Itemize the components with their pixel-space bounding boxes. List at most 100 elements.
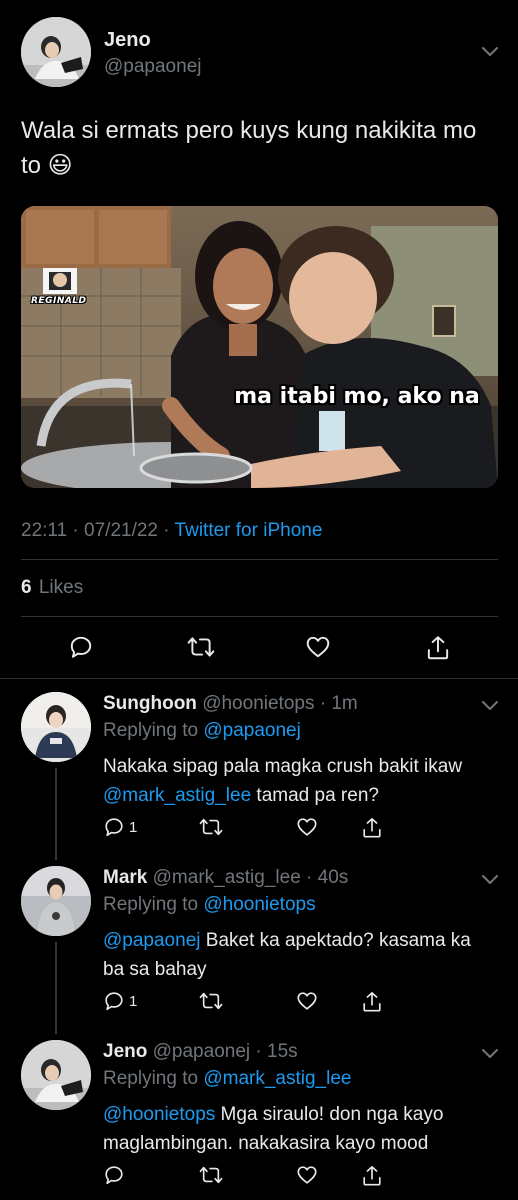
likes-summary[interactable]: 6 Likes: [21, 577, 83, 599]
tweet-text: Wala si ermats pero kuys kung nakikita m…: [21, 117, 477, 179]
replying-to: Replying to @hoonietops: [103, 894, 316, 916]
tweet-action-bar: [0, 634, 518, 662]
replying-to-link[interactable]: @hoonietops: [203, 894, 315, 915]
reply-icon: [105, 1166, 123, 1185]
thread-line: [55, 768, 57, 860]
reply-count: 1: [129, 992, 138, 1010]
media-photo: [21, 206, 498, 488]
replying-to-label: Replying to: [103, 894, 199, 915]
reply-time: 40s: [317, 867, 349, 888]
reply-header: Mark @mark_astig_lee · 40s: [103, 867, 349, 888]
more-options-button[interactable]: [482, 47, 498, 56]
tweet-date: 07/21/22: [84, 520, 158, 541]
reply-text: Nakaka sipag pala magka crush bakit ikaw…: [103, 756, 463, 806]
chevron-down-icon: [482, 47, 498, 56]
likes-label: Likes: [38, 577, 84, 598]
share-icon: [363, 992, 381, 1012]
chevron-down-icon: [482, 875, 498, 884]
thread-line: [55, 942, 57, 1034]
reply-icon: [70, 636, 92, 658]
mention-link[interactable]: @hoonietops: [103, 1104, 215, 1125]
media-caption: ma itabi mo, ako na: [234, 384, 480, 409]
more-options-button[interactable]: [482, 875, 498, 884]
reply-time: 15s: [267, 1041, 298, 1062]
retweet-icon: [187, 637, 215, 657]
avatar-image: [21, 1040, 91, 1110]
divider: [21, 559, 498, 560]
share-button[interactable]: [425, 634, 451, 662]
reply-author-handle[interactable]: @hoonietops: [202, 693, 314, 714]
reply-button[interactable]: [68, 634, 94, 660]
share-icon: [363, 818, 381, 838]
more-options-button[interactable]: [482, 701, 498, 710]
author-handle[interactable]: @papaonej: [104, 56, 201, 78]
chevron-down-icon: [482, 1049, 498, 1058]
replying-to: Replying to @mark_astig_lee: [103, 1068, 351, 1090]
more-options-button[interactable]: [482, 1049, 498, 1058]
reply-header: Jeno @papaonej · 15s: [103, 1041, 298, 1062]
avatar[interactable]: [21, 692, 91, 762]
reply-header: Sunghoon @hoonietops · 1m: [103, 693, 358, 714]
tweet-media[interactable]: REGINALD ma itabi mo, ako na: [21, 206, 498, 488]
like-button[interactable]: [296, 990, 318, 1012]
mention-link[interactable]: @papaonej: [103, 930, 200, 951]
replying-to-link[interactable]: @papaonej: [203, 720, 300, 741]
reply-author-name[interactable]: Jeno: [103, 1041, 147, 1062]
replying-to-label: Replying to: [103, 720, 199, 741]
reply-author-handle[interactable]: @papaonej: [153, 1041, 250, 1062]
likes-count: 6: [21, 577, 32, 598]
reply-author-name[interactable]: Mark: [103, 867, 147, 888]
like-button[interactable]: [296, 816, 318, 838]
heart-icon: [297, 992, 317, 1010]
reply-text: @papaonej Baket ka apektado? kasama ka b…: [103, 930, 471, 980]
media-watermark: REGINALD: [31, 296, 87, 306]
heart-icon: [306, 636, 330, 658]
heart-icon: [297, 818, 317, 836]
avatar[interactable]: [21, 17, 91, 87]
share-button[interactable]: [361, 990, 383, 1014]
tweet-time: 22:11: [21, 520, 68, 541]
share-button[interactable]: [361, 816, 383, 840]
like-button[interactable]: [296, 1164, 318, 1186]
reply-author-name[interactable]: Sunghoon: [103, 693, 197, 714]
retweet-icon: [199, 1166, 223, 1184]
retweet-icon: [199, 992, 223, 1010]
replying-to-label: Replying to: [103, 1068, 199, 1089]
reply-action-bar: [103, 1164, 403, 1188]
reply-button[interactable]: 1: [103, 990, 137, 1012]
reply-action-bar: 1: [103, 816, 403, 840]
avatar[interactable]: [21, 1040, 91, 1110]
tweet-meta: 22:11 · 07/21/22 · Twitter for iPhone: [21, 520, 323, 541]
share-icon: [363, 1166, 381, 1186]
reply-action-bar: 1: [103, 990, 403, 1014]
divider: [21, 616, 498, 617]
mention-link[interactable]: @mark_astig_lee: [103, 785, 251, 806]
heart-icon: [297, 1166, 317, 1184]
reply-count: 1: [129, 818, 138, 836]
avatar-image: [21, 692, 91, 762]
divider: [0, 678, 518, 679]
reply-button[interactable]: [103, 1164, 125, 1186]
author-name[interactable]: Jeno: [104, 29, 151, 52]
avatar-image: [21, 866, 91, 936]
avatar-image: [21, 17, 91, 87]
replying-to-link[interactable]: @mark_astig_lee: [203, 1068, 351, 1089]
tweet-client-link[interactable]: Twitter for iPhone: [175, 520, 323, 541]
retweet-button[interactable]: [199, 816, 223, 838]
reply-author-handle[interactable]: @mark_astig_lee: [153, 867, 301, 888]
reply-button[interactable]: 1: [103, 816, 137, 838]
like-button[interactable]: [305, 634, 331, 660]
chevron-down-icon: [482, 701, 498, 710]
reply-text: @hoonietops Mga siraulo! don nga kayo ma…: [103, 1104, 444, 1154]
retweet-button[interactable]: [199, 1164, 223, 1186]
share-button[interactable]: [361, 1164, 383, 1188]
replying-to: Replying to @papaonej: [103, 720, 301, 742]
reply-icon: [105, 818, 123, 837]
avatar[interactable]: [21, 866, 91, 936]
share-icon: [427, 636, 449, 660]
reply-icon: [105, 992, 123, 1011]
retweet-button[interactable]: [187, 634, 215, 660]
reply-time: 1m: [331, 693, 358, 714]
retweet-icon: [199, 818, 223, 836]
retweet-button[interactable]: [199, 990, 223, 1012]
